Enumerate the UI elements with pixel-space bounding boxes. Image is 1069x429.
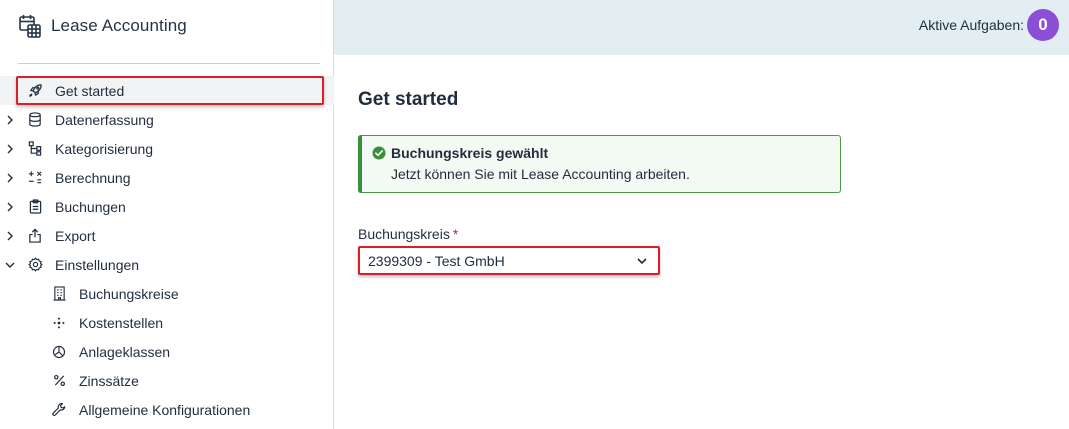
pie-chart-icon [51,344,67,360]
sidebar-item-label: Datenerfassung [55,111,154,128]
export-icon [27,228,43,244]
sidebar-subitem-buchungskreise[interactable]: Buchungskreise [0,279,334,308]
gear-icon [27,257,43,273]
sparkle-icon [51,315,67,331]
sidebar-subitem-anlageklassen[interactable]: Anlageklassen [0,337,334,366]
brand-divider [18,63,320,64]
sidebar-item-einstellungen[interactable]: Einstellungen [0,250,334,279]
chevron-right-icon[interactable] [4,230,16,242]
sidebar-item-buchungen[interactable]: Buchungen [0,192,334,221]
sidebar-subitem-label: Buchungskreise [79,285,179,302]
sidebar-item-label: Get started [55,82,125,99]
sidebar-subitem-label: Allgemeine Konfigurationen [79,401,251,418]
alert-title: Buchungskreis gewählt [391,145,549,161]
active-tasks-badge[interactable]: 0 [1027,9,1059,41]
app-shell: Lease Accounting Get started Datenerfass… [0,0,1069,429]
sidebar-item-kategorisierung[interactable]: Kategorisierung [0,134,334,163]
sidebar-subitem-label: Anlageklassen [79,343,171,360]
calendar-grid-icon [18,13,42,39]
sidebar-item-label: Berechnung [55,169,131,186]
main-content: Aktive Aufgaben: 0 Get started Buchungsk… [334,0,1069,429]
top-bar: Aktive Aufgaben: 0 [334,0,1069,55]
chevron-down-icon[interactable] [4,259,16,271]
brand[interactable]: Lease Accounting [18,12,187,40]
sidebar-item-label: Einstellungen [55,256,140,273]
page-title: Get started [358,89,459,110]
select-value: 2399309 - Test GmbH [368,252,505,269]
calculator-icon [27,170,43,186]
sidebar-subitem-label: Kostenstellen [79,314,164,331]
sidebar-item-export[interactable]: Export [0,221,334,250]
clipboard-icon [27,199,43,215]
hierarchy-icon [27,141,43,157]
sidebar-subitem-allgemeine-konfigurationen[interactable]: Allgemeine Konfigurationen [0,395,334,424]
sidebar-item-berechnung[interactable]: Berechnung [0,163,334,192]
sidebar-item-label: Kategorisierung [55,140,154,157]
sidebar-subitem-zinssaetze[interactable]: Zinssätze [0,366,334,395]
chevron-down-icon[interactable] [636,256,648,266]
success-alert: Buchungskreis gewählt Jetzt können Sie m… [358,135,841,193]
sidebar-item-label: Buchungen [55,198,126,215]
active-tasks[interactable]: Aktive Aufgaben: 0 [919,9,1059,41]
wrench-icon [51,402,67,418]
active-tasks-label: Aktive Aufgaben: [918,17,1024,33]
sidebar: Lease Accounting Get started Datenerfass… [0,0,334,429]
sidebar-item-datenerfassung[interactable]: Datenerfassung [0,105,334,134]
chevron-right-icon[interactable] [4,201,16,213]
sidebar-subitem-label: Zinssätze [79,372,139,389]
check-circle-icon [372,146,386,160]
sidebar-item-label: Export [55,227,96,244]
app-title: Lease Accounting [51,16,187,35]
chevron-right-icon[interactable] [4,114,16,126]
building-icon [51,286,67,302]
database-icon [27,112,43,128]
chevron-right-icon[interactable] [4,143,16,155]
buchungskreis-label: Buchungskreis * [358,226,458,242]
sidebar-nav: Get started Datenerfassung Kategorisieru… [0,76,334,424]
buchungskreis-select[interactable]: 2399309 - Test GmbH [358,246,660,275]
percent-icon [51,373,67,389]
required-mark: * [452,226,459,242]
alert-text: Jetzt können Sie mit Lease Accounting ar… [391,166,690,182]
field-label-text: Buchungskreis [358,226,450,242]
chevron-right-icon[interactable] [4,172,16,184]
sidebar-subitem-kostenstellen[interactable]: Kostenstellen [0,308,334,337]
rocket-icon [27,83,43,99]
sidebar-item-get-started[interactable]: Get started [0,76,334,105]
